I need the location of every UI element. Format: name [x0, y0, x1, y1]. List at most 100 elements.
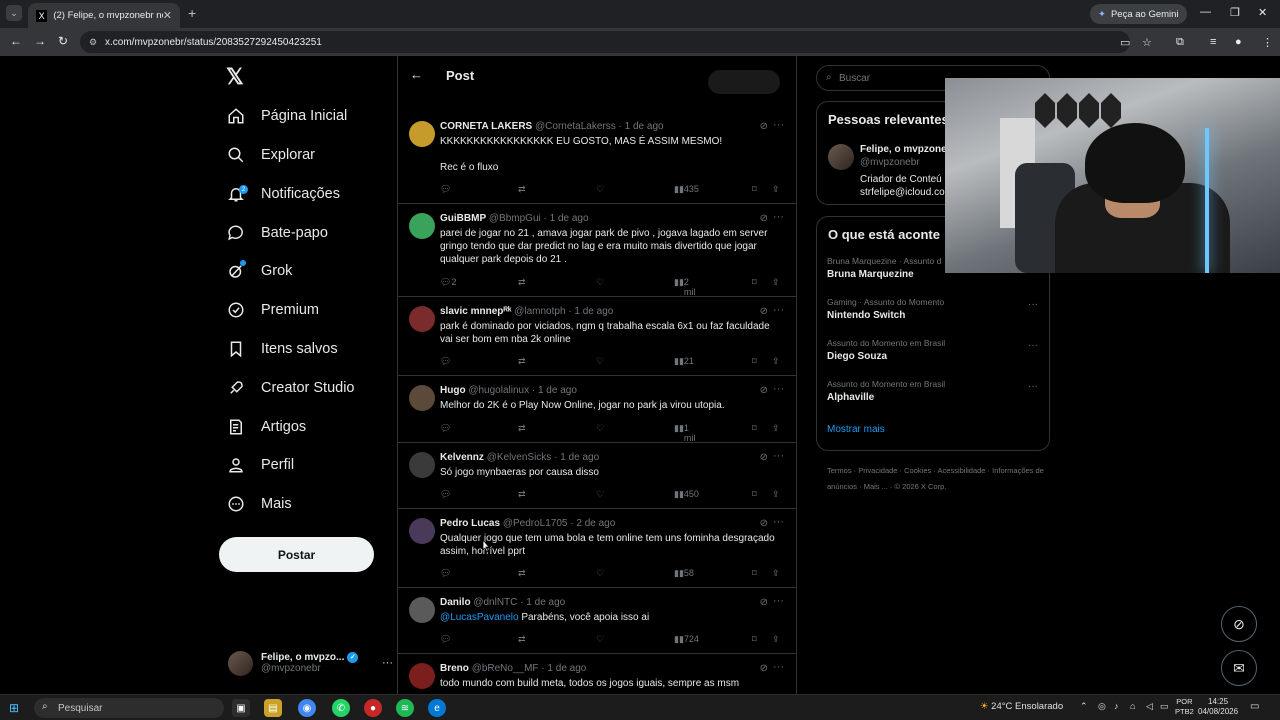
share-icon[interactable]: ⇪ [772, 277, 780, 288]
author-handle[interactable]: @bReNo__MF [472, 663, 539, 674]
grok-explain-icon[interactable]: ⊘ [760, 597, 768, 608]
views-icon[interactable]: ▮▮ 21 [674, 356, 694, 367]
author-name[interactable]: GuiBBMP [440, 213, 486, 224]
like-icon[interactable]: ♡ [596, 277, 604, 288]
reply-post[interactable]: Hugo @hugolalinux · 1 de ago ⊘ ··· Melho… [398, 376, 796, 443]
windows-start-icon[interactable]: ⊞ [9, 701, 19, 715]
more-options-icon[interactable]: ··· [773, 516, 784, 528]
profile-avatar-icon[interactable]: ● [1235, 36, 1242, 48]
more-options-icon[interactable]: ··· [773, 661, 784, 673]
reply-icon[interactable]: 💬︎ [440, 356, 451, 367]
footer-link[interactable]: Termos [827, 466, 852, 475]
bookmark-icon[interactable]: ⌑ [752, 356, 757, 367]
reply-post[interactable]: CORNETA LAKERS @CornetaLakerss · 1 de ag… [398, 112, 796, 204]
relevant-person-name[interactable]: Felipe, o mvpzonebr [860, 144, 957, 155]
author-name[interactable]: slavic mnnep [440, 306, 503, 317]
new-tab-icon[interactable]: + [188, 5, 196, 21]
author-name[interactable]: CORNETA LAKERS [440, 121, 532, 132]
views-icon[interactable]: ▮▮ 450 [674, 489, 699, 500]
grok-explain-icon[interactable]: ⊘ [760, 452, 768, 463]
post-time[interactable]: 2 de ago [576, 518, 615, 529]
reply-post[interactable]: GuiBBMP @BbmpGui · 1 de ago ⊘ ··· parei … [398, 204, 796, 297]
repost-icon[interactable]: ⇄ [518, 423, 526, 434]
more-options-icon[interactable]: ··· [1028, 299, 1038, 310]
nav-item-chat[interactable]: Bate-papo [226, 218, 328, 248]
share-icon[interactable]: ⇪ [772, 489, 780, 500]
file-explorer-icon[interactable]: ▤ [264, 699, 282, 717]
share-icon[interactable]: ⇪ [772, 423, 780, 434]
grok-explain-icon[interactable]: ⊘ [760, 121, 768, 132]
repost-icon[interactable]: ⇄ [518, 277, 526, 288]
reply-icon[interactable]: 💬︎ [440, 184, 451, 195]
like-icon[interactable]: ♡ [596, 423, 604, 434]
post-button[interactable]: Postar [219, 537, 374, 572]
speaker-icon[interactable]: ◁ [1146, 701, 1153, 712]
edge-icon[interactable]: e [428, 699, 446, 717]
forward-icon[interactable]: → [34, 34, 46, 48]
bookmark-icon[interactable]: ⌑ [752, 489, 757, 500]
system-clock[interactable]: 14:25 04/08/2026 [1198, 697, 1238, 717]
author-handle[interactable]: @dnlNTC [473, 597, 517, 608]
x-logo-icon[interactable]: 𝕏 [226, 64, 244, 90]
views-icon[interactable]: ▮▮ 2 mil [674, 277, 695, 297]
repost-icon[interactable]: ⇄ [518, 356, 526, 367]
reply-post[interactable]: Breno @bReNo__MF · 1 de ago ⊘ ··· todo m… [398, 654, 796, 694]
browser-tab[interactable]: X (2) Felipe, o mvpzonebr no X: " ✕ [28, 3, 180, 28]
footer-link[interactable]: © 2026 X Corp. [895, 482, 947, 491]
reply-post[interactable]: Danilo @dnlNTC · 1 de ago ⊘ ··· @LucasPa… [398, 588, 796, 654]
account-switcher[interactable]: Felipe, o mvpzo... ✓ @mvpzonebr ··· [228, 647, 393, 679]
share-icon[interactable]: ⇪ [772, 568, 780, 579]
reply-icon[interactable]: 💬︎ [440, 489, 451, 500]
like-icon[interactable]: ♡ [596, 184, 604, 195]
repost-icon[interactable]: ⇄ [518, 489, 526, 500]
tray-chevron-icon[interactable]: ⌃ [1080, 701, 1088, 712]
author-name[interactable]: Breno [440, 663, 469, 674]
chrome-icon[interactable]: ◉ [298, 699, 316, 717]
author-handle[interactable]: @PedroL1705 [503, 518, 568, 529]
grok-explain-icon[interactable]: ⊘ [760, 518, 768, 529]
nav-item-creator-studio[interactable]: Creator Studio [226, 373, 355, 403]
repost-icon[interactable]: ⇄ [518, 634, 526, 645]
share-icon[interactable]: ⇪ [772, 634, 780, 645]
more-options-icon[interactable]: ··· [773, 119, 784, 131]
close-window-icon[interactable]: ✕ [1258, 6, 1267, 19]
avatar[interactable] [409, 663, 435, 689]
bookmark-icon[interactable]: ⌑ [752, 634, 757, 645]
avatar[interactable] [409, 597, 435, 623]
views-icon[interactable]: ▮▮ 58 [674, 568, 694, 579]
post-time[interactable]: 1 de ago [625, 121, 664, 132]
repost-icon[interactable]: ⇄ [518, 568, 526, 579]
post-time[interactable]: 1 de ago [547, 663, 586, 674]
reply-post[interactable]: Pedro Lucas @PedroL1705 · 2 de ago ⊘ ···… [398, 509, 796, 588]
avatar[interactable] [409, 518, 435, 544]
author-handle[interactable]: @hugolalinux [468, 385, 529, 396]
author-handle[interactable]: @BbmpGui [489, 213, 541, 224]
bookmark-star-icon[interactable]: ☆ [1142, 36, 1152, 49]
views-icon[interactable]: ▮▮ 435 [674, 184, 699, 195]
language-indicator[interactable]: POR PTB2 [1175, 697, 1194, 717]
weather-widget[interactable]: ☀ 24°C Ensolarado [980, 701, 1063, 712]
post-time[interactable]: 1 de ago [550, 213, 589, 224]
nav-item-home[interactable]: Página Inicial [226, 101, 347, 131]
views-icon[interactable]: ▮▮ 724 [674, 634, 699, 645]
like-icon[interactable]: ♡ [596, 356, 604, 367]
author-handle[interactable]: @CornetaLakerss [535, 121, 616, 132]
post-time[interactable]: 1 de ago [538, 385, 577, 396]
mention-link[interactable]: @LucasPavanelo [440, 612, 519, 623]
share-icon[interactable]: ⇪ [772, 184, 780, 195]
reply-post[interactable]: slavic mnnepᴿᵏ @lamnotph · 1 de ago ⊘ ··… [398, 297, 796, 376]
tab-search-icon[interactable]: ⌄ [6, 5, 22, 21]
task-view-icon[interactable]: ▣ [232, 699, 250, 717]
more-options-icon[interactable]: ··· [773, 450, 784, 462]
avatar[interactable] [409, 213, 435, 239]
like-icon[interactable]: ♡ [596, 489, 604, 500]
grok-fab-icon[interactable]: ⊘ [1221, 606, 1257, 642]
more-options-icon[interactable]: ··· [773, 304, 784, 316]
nav-item-notifications[interactable]: 2 Notificações [226, 179, 340, 209]
trend-name[interactable]: Nintendo Switch [827, 310, 905, 321]
author-handle[interactable]: @lamnotph [514, 306, 565, 317]
footer-link[interactable]: Cookies [904, 466, 931, 475]
browser-menu-icon[interactable]: ⋮ [1262, 36, 1273, 49]
gemini-button[interactable]: ✦ Peça ao Gemini [1090, 4, 1187, 24]
author-handle[interactable]: @KelvenSicks [487, 452, 552, 463]
